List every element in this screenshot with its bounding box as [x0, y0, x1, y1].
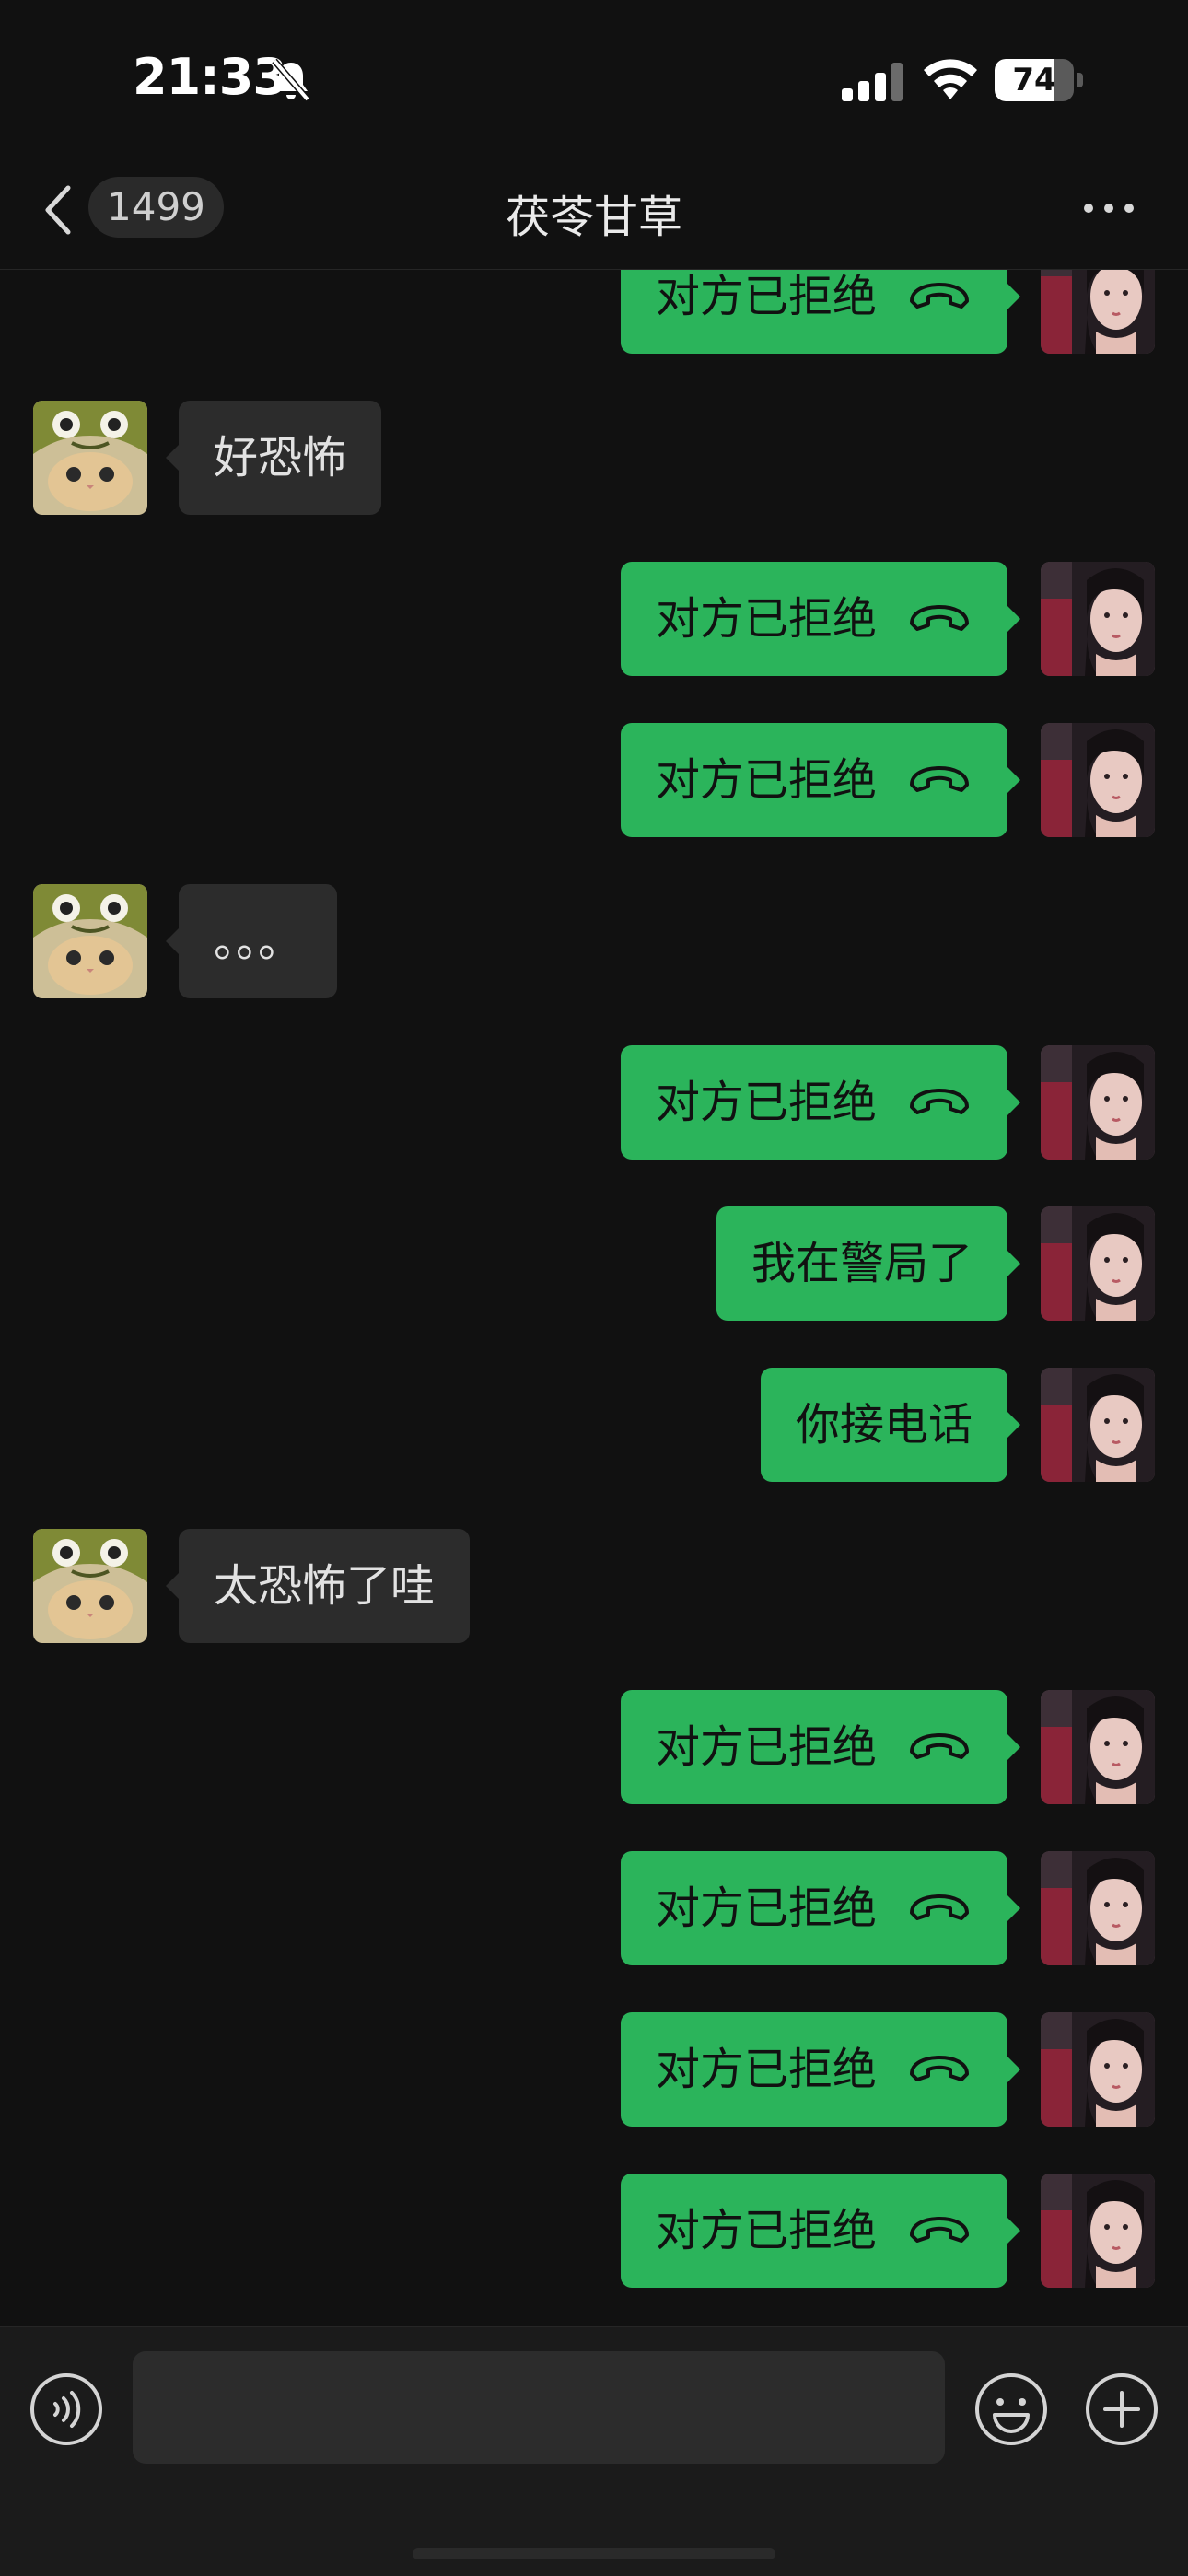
voice-input-icon[interactable] [28, 2371, 105, 2448]
call-record-bubble[interactable]: 对方已拒绝 [620, 1045, 1021, 1160]
chat-header: 1499 茯苓甘草 [0, 157, 1188, 270]
call-record-bubble[interactable]: 对方已拒绝 [620, 562, 1021, 676]
my-avatar[interactable] [1041, 562, 1155, 676]
message-bubble[interactable]: 我在警局了 [716, 1206, 1021, 1321]
message-text: 对方已拒绝 [655, 2205, 877, 2256]
outgoing-message: 对方已拒绝 [0, 2174, 1188, 2288]
contact-avatar[interactable] [33, 1529, 147, 1643]
wifi-icon [924, 59, 977, 99]
call-record-bubble[interactable]: 对方已拒绝 [620, 1690, 1021, 1804]
status-time: 21:33 [133, 48, 287, 106]
cellular-signal-icon [842, 63, 903, 101]
hang-up-phone-icon [910, 1894, 969, 1920]
outgoing-message: 对方已拒绝 [0, 723, 1188, 837]
my-avatar[interactable] [1041, 1851, 1155, 1965]
message-list[interactable]: 对方已拒绝 好恐怖 对方已拒绝 对方已拒绝 。。。 对方已拒绝 我在警局了 你接… [0, 270, 1188, 2326]
message-bubble[interactable]: 你接电话 [760, 1368, 1021, 1482]
contact-avatar[interactable] [33, 884, 147, 998]
call-record-bubble[interactable]: 对方已拒绝 [620, 2012, 1021, 2127]
my-avatar[interactable] [1041, 2174, 1155, 2288]
message-text: 对方已拒绝 [655, 1077, 877, 1128]
call-record-bubble[interactable]: 对方已拒绝 [620, 2174, 1021, 2288]
message-text: 对方已拒绝 [655, 2044, 877, 2095]
status-bar: 21:33 74 [0, 0, 1188, 157]
hang-up-phone-icon [910, 766, 969, 792]
input-bar [0, 2326, 1188, 2576]
my-avatar[interactable] [1041, 723, 1155, 837]
message-text: 太恐怖了哇 [214, 1560, 436, 1612]
my-avatar[interactable] [1041, 1368, 1155, 1482]
battery-percent: 74 [1012, 62, 1056, 99]
chat-title: 茯苓甘草 [505, 192, 682, 243]
incoming-message: 。。。 [0, 884, 1188, 998]
emoji-icon[interactable] [973, 2371, 1050, 2448]
outgoing-message: 对方已拒绝 [0, 2012, 1188, 2127]
my-avatar[interactable] [1041, 2012, 1155, 2127]
outgoing-message: 我在警局了 [0, 1206, 1188, 1321]
contact-avatar[interactable] [33, 401, 147, 515]
hang-up-phone-icon [910, 2056, 969, 2081]
my-avatar[interactable] [1041, 1206, 1155, 1321]
message-bubble[interactable]: 。。。 [165, 884, 338, 998]
call-record-bubble[interactable]: 对方已拒绝 [620, 1851, 1021, 1965]
message-text: 对方已拒绝 [655, 754, 877, 806]
outgoing-message: 对方已拒绝 [0, 270, 1188, 354]
message-text: 。。。 [214, 915, 303, 967]
hang-up-phone-icon [910, 1733, 969, 1759]
hang-up-phone-icon [910, 605, 969, 631]
my-avatar[interactable] [1041, 270, 1155, 354]
message-text: 对方已拒绝 [655, 271, 877, 322]
message-bubble[interactable]: 太恐怖了哇 [165, 1529, 471, 1643]
outgoing-message: 你接电话 [0, 1368, 1188, 1482]
message-text: 对方已拒绝 [655, 1882, 877, 1934]
message-bubble[interactable]: 好恐怖 [165, 401, 382, 515]
battery-icon: 74 [995, 59, 1083, 101]
hang-up-phone-icon [910, 2217, 969, 2243]
outgoing-message: 对方已拒绝 [0, 1045, 1188, 1160]
message-text: 对方已拒绝 [655, 593, 877, 645]
message-input[interactable] [133, 2351, 945, 2464]
outgoing-message: 对方已拒绝 [0, 1690, 1188, 1804]
message-text: 好恐怖 [214, 432, 347, 484]
plus-icon[interactable] [1083, 2371, 1160, 2448]
incoming-message: 太恐怖了哇 [0, 1529, 1188, 1643]
call-record-bubble[interactable]: 对方已拒绝 [620, 270, 1021, 354]
call-record-bubble[interactable]: 对方已拒绝 [620, 723, 1021, 837]
message-text: 对方已拒绝 [655, 1721, 877, 1773]
outgoing-message: 对方已拒绝 [0, 1851, 1188, 1965]
incoming-message: 好恐怖 [0, 401, 1188, 515]
bell-off-icon [272, 58, 310, 102]
message-text: 你接电话 [795, 1399, 973, 1451]
my-avatar[interactable] [1041, 1045, 1155, 1160]
my-avatar[interactable] [1041, 1690, 1155, 1804]
message-text: 我在警局了 [751, 1238, 973, 1289]
hang-up-phone-icon [910, 283, 969, 309]
outgoing-message: 对方已拒绝 [0, 562, 1188, 676]
more-dots-icon[interactable] [1079, 190, 1138, 227]
home-indicator[interactable] [413, 2548, 775, 2559]
hang-up-phone-icon [910, 1089, 969, 1114]
